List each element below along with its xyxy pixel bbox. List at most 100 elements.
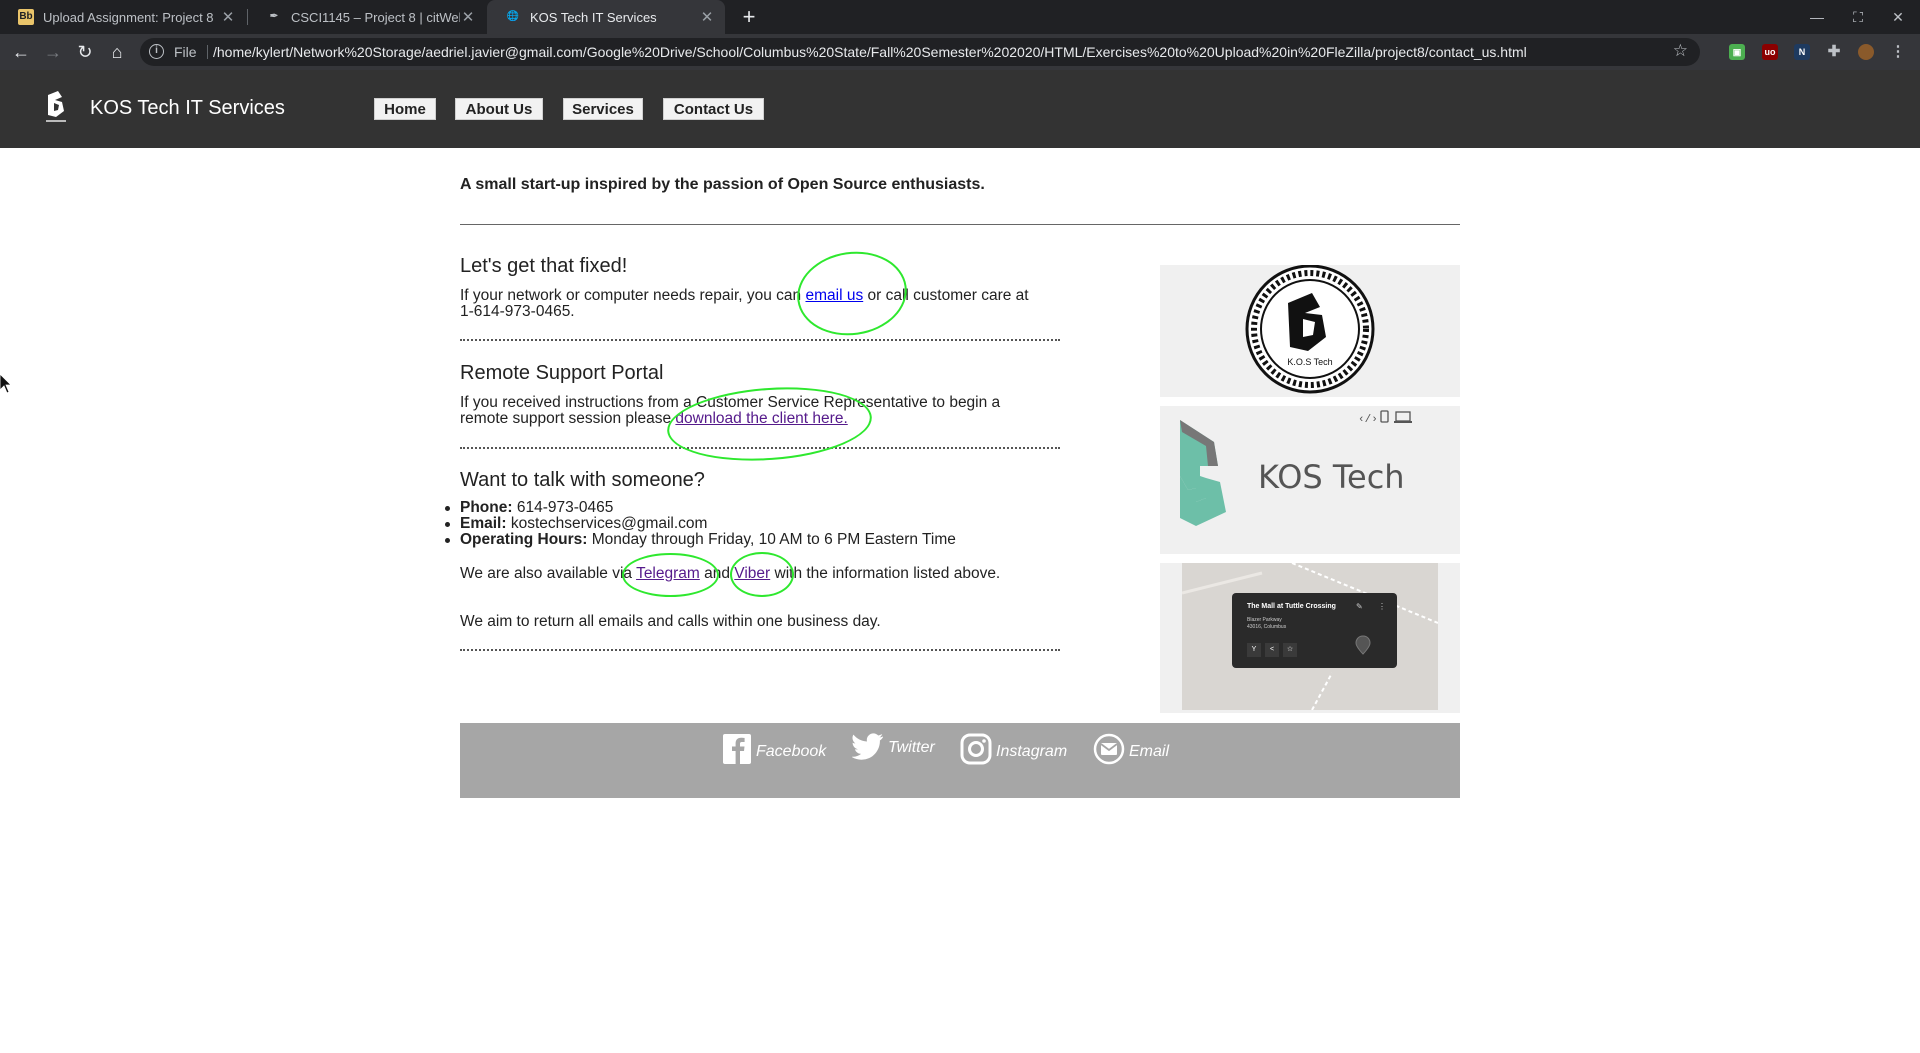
pen-icon: ✒	[269, 11, 279, 22]
kos-logo-icon[interactable]	[42, 89, 70, 125]
extensions-puzzle-icon[interactable]: ✚	[1826, 44, 1842, 60]
tab-title: KOS Tech IT Services	[530, 9, 657, 25]
email-value: kostechservices@gmail.com	[506, 515, 708, 532]
address-bar[interactable]: i File /home/kylert/Network%20Storage/ae…	[140, 38, 1700, 66]
kos-badge-logo: K.O.S Tech	[1245, 264, 1375, 394]
phone-label: Phone:	[460, 499, 513, 516]
close-icon[interactable]: ✕	[699, 8, 715, 26]
badge-logo-panel: K.O.S Tech	[1160, 264, 1460, 397]
instagram-icon	[960, 733, 992, 765]
hours-label: Operating Hours:	[460, 531, 588, 548]
portal-text: If you received instructions from a Cust…	[460, 394, 1001, 411]
dotted-divider	[460, 447, 1060, 449]
mouse-cursor-icon	[0, 374, 12, 394]
tab-title: CSCI1145 – Project 8 | citWeb	[291, 9, 460, 25]
kos-brand-logo: ‹/› KOS Tech	[1180, 410, 1412, 526]
close-icon[interactable]: ✕	[460, 8, 476, 26]
forward-arrow-icon[interactable]: →	[40, 39, 66, 65]
brand-logo-panel: ‹/› KOS Tech	[1160, 406, 1460, 554]
map-address-line: 43016, Columbus	[1247, 624, 1287, 630]
list-item: Phone: 614-973-0465	[445, 499, 956, 516]
twitter-icon	[852, 733, 883, 760]
map-place-card[interactable]: The Mall at Tuttle Crossing Blazer Parkw…	[1232, 593, 1397, 668]
bookmark-star-icon[interactable]: ☆	[1673, 41, 1688, 61]
facebook-icon	[723, 734, 751, 764]
tab-citweb-project[interactable]: ✒ CSCI1145 – Project 8 | citWeb ✕	[248, 0, 486, 34]
fix-text: If your network or computer needs repair…	[460, 287, 806, 304]
telegram-link[interactable]: Telegram	[636, 565, 700, 582]
minimize-icon[interactable]: —	[1801, 0, 1833, 34]
menu-kebab-icon[interactable]: ⋮	[1378, 602, 1386, 611]
back-arrow-icon[interactable]: ←	[8, 39, 34, 65]
reload-icon[interactable]: ↻	[72, 39, 98, 65]
site-footer: Facebook Twitter Instagram Email	[460, 723, 1460, 798]
url-text[interactable]: /home/kylert/Network%20Storage/aedriel.j…	[213, 44, 1527, 60]
list-item: Operating Hours: Monday through Friday, …	[445, 531, 956, 548]
info-icon[interactable]: i	[149, 44, 164, 59]
new-tab-button[interactable]: +	[735, 3, 763, 31]
email-link[interactable]: Email	[1093, 733, 1169, 765]
availability-text: We are also available via	[460, 565, 637, 582]
hours-value: Monday through Friday, 10 AM to 6 PM Eas…	[587, 531, 956, 548]
extension-image-icon[interactable]: ▣	[1729, 44, 1745, 60]
twitter-label: Twitter	[888, 739, 935, 756]
extension-n-icon[interactable]: N	[1794, 44, 1810, 60]
availability-text: with the information listed above.	[770, 565, 1001, 582]
home-icon[interactable]: ⌂	[104, 39, 130, 65]
download-client-link[interactable]: download the client here.	[675, 410, 847, 427]
availability-paragraph: We are also available via Telegram and V…	[460, 566, 1000, 582]
map-embed[interactable]: The Mall at Tuttle Crossing Blazer Parkw…	[1182, 563, 1438, 710]
directions-icon[interactable]: Y	[1247, 643, 1261, 657]
fix-paragraph: If your network or computer needs repair…	[460, 288, 1029, 320]
email-icon	[1093, 733, 1125, 765]
twitter-link[interactable]: Twitter	[852, 733, 935, 761]
portal-paragraph: If you received instructions from a Cust…	[460, 395, 1000, 427]
url-divider	[207, 45, 208, 59]
map-pin-icon	[1355, 635, 1371, 655]
svg-text:‹/›: ‹/›	[1358, 414, 1378, 426]
ublock-icon[interactable]: uo	[1762, 44, 1778, 60]
nav-contact-us-button[interactable]: Contact Us	[663, 98, 764, 120]
email-us-link[interactable]: email us	[805, 287, 863, 304]
email-label: Email	[1129, 743, 1170, 760]
fix-text: or call customer care at	[863, 287, 1029, 304]
tagline: A small start-up inspired by the passion…	[460, 176, 985, 193]
profile-avatar[interactable]	[1858, 44, 1874, 60]
facebook-label: Facebook	[756, 743, 827, 760]
facebook-link[interactable]: Facebook	[722, 733, 826, 765]
phone-value: 614-973-0465	[512, 499, 614, 516]
window-close-icon[interactable]: ✕	[1882, 0, 1914, 34]
portal-text: remote support session please	[460, 410, 676, 427]
globe-icon: 🌐	[506, 11, 520, 22]
list-item: Email: kostechservices@gmail.com	[445, 515, 956, 532]
heading-fix: Let's get that fixed!	[460, 255, 628, 277]
site-header: KOS Tech IT Services Home About Us Servi…	[0, 70, 1920, 148]
nav-services-button[interactable]: Services	[563, 98, 643, 120]
heading-talk: Want to talk with someone?	[460, 469, 705, 491]
nav-home-button[interactable]: Home	[374, 98, 436, 120]
viber-link[interactable]: Viber	[734, 565, 770, 582]
browser-toolbar: ← → ↻ ⌂ i File /home/kylert/Network%20St…	[0, 34, 1920, 70]
tab-kos-tech[interactable]: 🌐 KOS Tech IT Services ✕	[487, 0, 725, 34]
instagram-link[interactable]: Instagram	[960, 733, 1067, 765]
svg-text:K.O.S Tech: K.O.S Tech	[1287, 357, 1332, 367]
email-label: Email:	[460, 515, 507, 532]
share-icon[interactable]: <	[1265, 643, 1279, 657]
tab-upload-assignment[interactable]: Bb Upload Assignment: Project 8 ✕	[0, 0, 246, 34]
maximize-icon[interactable]: ⛶	[1842, 0, 1874, 34]
dotted-divider	[460, 649, 1060, 651]
nav-about-us-button[interactable]: About Us	[455, 98, 543, 120]
site-title: KOS Tech IT Services	[90, 97, 285, 119]
horizontal-rule	[460, 224, 1460, 225]
star-icon[interactable]: ☆	[1283, 643, 1297, 657]
url-scheme: File	[174, 44, 197, 60]
edit-pencil-icon[interactable]: ✎	[1356, 602, 1363, 611]
menu-kebab-icon[interactable]: ⋮	[1890, 44, 1906, 60]
heading-remote-support: Remote Support Portal	[460, 362, 664, 384]
svg-text:KOS Tech: KOS Tech	[1258, 458, 1405, 496]
map-address-line: Blazer Parkway	[1247, 617, 1282, 623]
dotted-divider	[460, 339, 1060, 341]
close-icon[interactable]: ✕	[220, 8, 236, 26]
contact-list: Phone: 614-973-0465 Email: kostechservic…	[445, 499, 956, 548]
blackboard-icon: Bb	[18, 9, 34, 25]
